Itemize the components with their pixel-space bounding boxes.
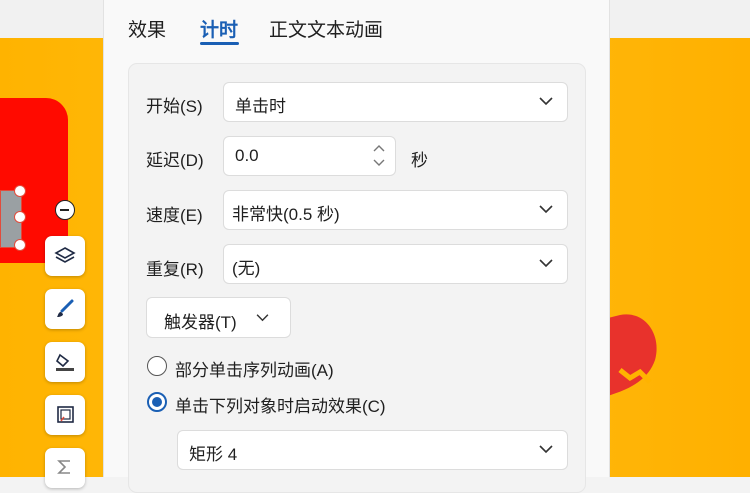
tab-text-animation[interactable]: 正文文本动画 — [269, 15, 383, 42]
delay-stepper[interactable]: 0.0 — [223, 136, 396, 176]
start-label: 开始(S) — [146, 97, 203, 116]
chevron-down-icon — [256, 314, 269, 322]
resize-handle[interactable] — [14, 239, 26, 251]
start-value: 单击时 — [235, 97, 286, 116]
radio-start-on-click-object-label[interactable]: 单击下列对象时启动效果(C) — [175, 392, 386, 417]
chevron-down-icon — [539, 205, 553, 214]
layers-icon — [54, 247, 76, 263]
resize-handle[interactable] — [14, 211, 26, 223]
animation-timing-panel: 效果 计时 正文文本动画 开始(S) 单击时 延迟(D) 0.0 秒 速度(E)… — [103, 0, 610, 493]
crop-icon — [57, 406, 74, 423]
timing-settings-card: 开始(S) 单击时 延迟(D) 0.0 秒 速度(E) 非常快(0.5 秒) 重… — [128, 63, 586, 493]
brush-button[interactable] — [45, 289, 85, 329]
speed-value: 非常快(0.5 秒) — [232, 205, 340, 224]
delay-label: 延迟(D) — [146, 151, 204, 170]
formula-icon — [57, 460, 70, 474]
repeat-value: (无) — [232, 259, 261, 278]
chevron-down-icon[interactable] — [373, 158, 385, 168]
brush-icon — [57, 299, 74, 317]
delay-unit: 秒 — [411, 151, 428, 170]
chevron-up-icon[interactable] — [373, 143, 385, 153]
fill-button[interactable] — [45, 342, 85, 382]
chevron-down-icon — [539, 259, 553, 268]
fill-icon — [56, 353, 74, 371]
trigger-button[interactable]: 触发器(T) — [146, 297, 291, 338]
radio-partial-click-sequence-label[interactable]: 部分单击序列动画(A) — [175, 356, 334, 381]
chevron-down-icon — [539, 445, 553, 454]
formula-button[interactable] — [45, 448, 85, 488]
resize-handle[interactable] — [14, 185, 26, 197]
speed-select[interactable]: 非常快(0.5 秒) — [223, 190, 568, 230]
active-tab-indicator — [200, 42, 239, 45]
trigger-object-value: 矩形 4 — [189, 445, 238, 464]
layers-button[interactable] — [45, 236, 85, 276]
delay-value: 0.0 — [235, 146, 259, 165]
speed-label: 速度(E) — [146, 206, 203, 225]
crop-button[interactable] — [45, 395, 85, 435]
radio-partial-click-sequence[interactable] — [147, 356, 167, 376]
chevron-down-icon — [539, 97, 553, 106]
collapse-icon[interactable] — [55, 200, 75, 220]
trigger-object-select[interactable]: 矩形 4 — [177, 430, 568, 470]
repeat-select[interactable]: (无) — [223, 244, 568, 284]
trigger-label: 触发器(T) — [164, 313, 237, 332]
tab-timing[interactable]: 计时 — [200, 15, 238, 42]
tab-effect[interactable]: 效果 — [128, 15, 166, 42]
start-select[interactable]: 单击时 — [223, 82, 568, 122]
radio-start-on-click-object[interactable] — [147, 392, 167, 412]
repeat-label: 重复(R) — [146, 260, 204, 279]
